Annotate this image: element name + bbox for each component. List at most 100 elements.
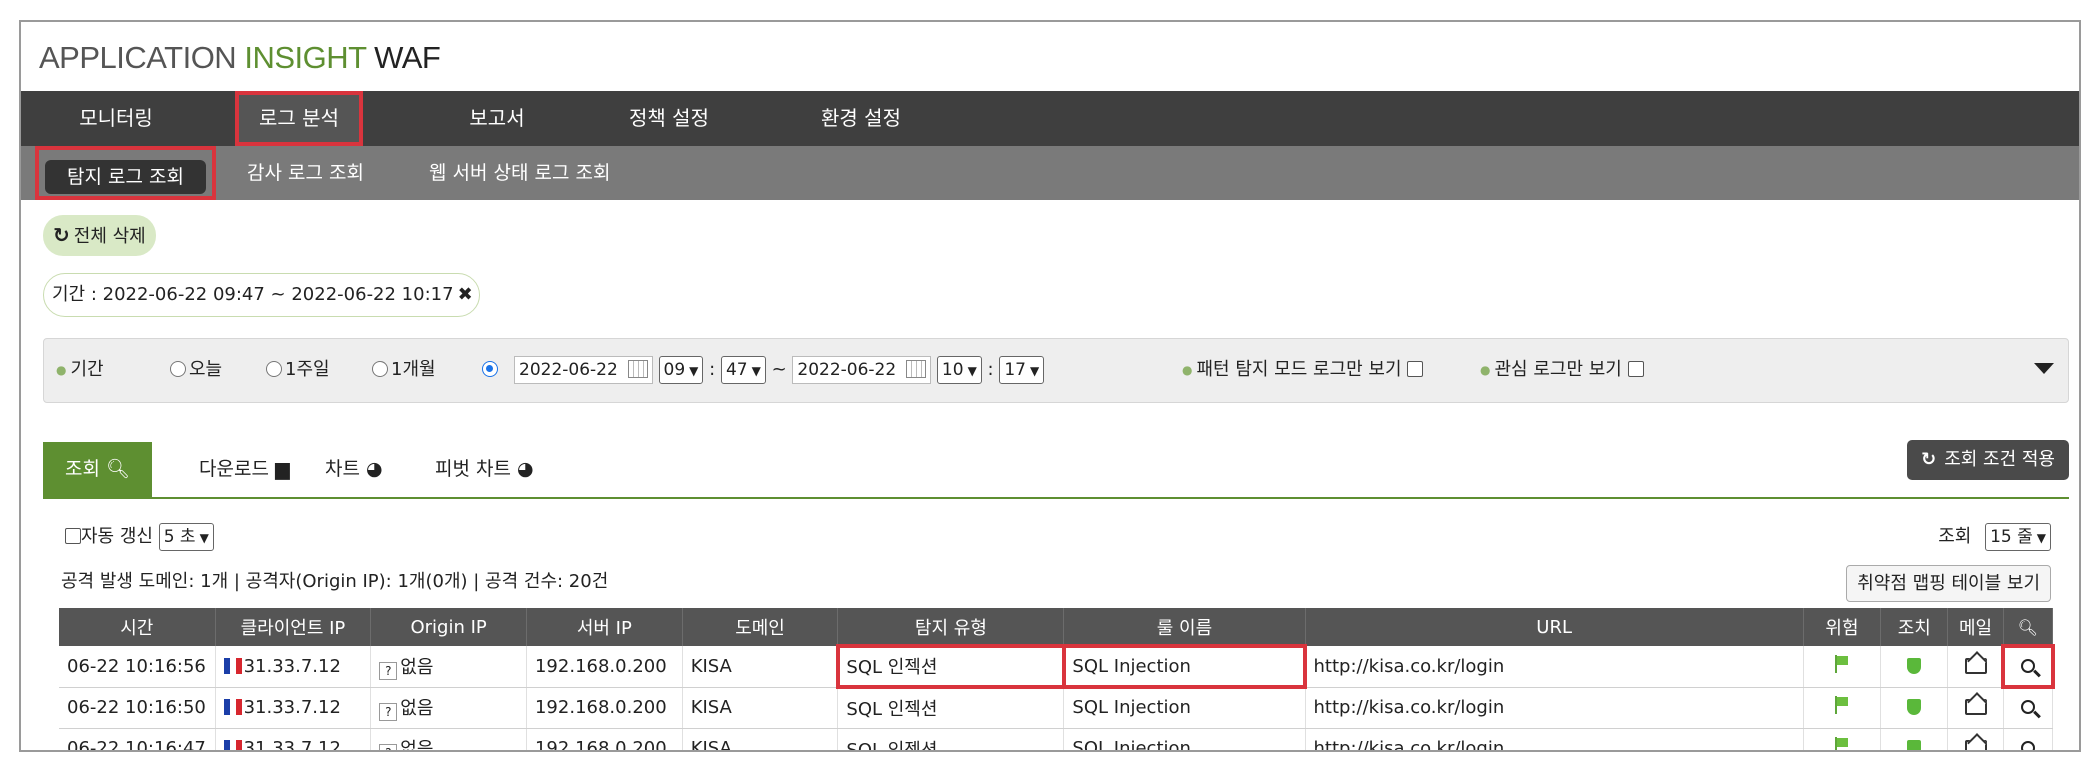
period-chip-label: 기간 : 2022-06-22 09:47 ~ 2022-06-22 10:17	[52, 284, 454, 305]
cell-client-ip: 31.33.7.12	[215, 728, 372, 750]
cell-detail	[2001, 644, 2055, 689]
col-risk[interactable]: 위험	[1803, 608, 1882, 646]
cell-rule-name: SQL Injection	[1061, 644, 1308, 689]
search-icon[interactable]	[2020, 700, 2035, 714]
sub-nav-label: 웹 서버 상태 로그 조회	[429, 162, 611, 184]
tab-search[interactable]: 조회 🔍︎	[43, 442, 153, 497]
radio-1month[interactable]: 1개월	[372, 355, 436, 385]
time-separator: :	[987, 359, 994, 380]
rows-per-page-select[interactable]: 15 줄 ▼	[1985, 523, 2051, 551]
tab-pivot-chart[interactable]: 피벗 차트 ◕	[435, 442, 534, 497]
calendar-icon[interactable]	[627, 360, 648, 378]
close-icon[interactable]: ✖	[458, 284, 473, 305]
expand-filter-icon[interactable]	[2034, 363, 2054, 374]
tab-download[interactable]: 다운로드 ▆	[199, 442, 290, 497]
auto-refresh-select[interactable]: 5 초 ▼	[158, 523, 214, 551]
col-mail[interactable]: 메일	[1947, 608, 2004, 646]
logo-text-application: APPLICATION	[39, 40, 237, 75]
mail-icon[interactable]	[1964, 699, 1987, 715]
main-nav-monitoring[interactable]: 모니터링	[65, 91, 167, 146]
col-url[interactable]: URL	[1305, 608, 1804, 646]
auto-refresh-value: 5 초	[163, 527, 196, 547]
range-separator: ~	[771, 359, 787, 380]
main-nav-label: 로그 분석	[259, 106, 339, 130]
cell-detect-type: SQL 인젝션	[835, 644, 1066, 689]
interest-log-filter: ● 관심 로그만 보기	[1480, 355, 1644, 385]
auto-refresh-control: 자동 갱신 5 초 ▼	[65, 522, 214, 552]
cell-domain: KISA	[682, 646, 839, 688]
tab-search-label: 조회	[65, 458, 100, 480]
tab-chart[interactable]: 차트 ◕	[325, 442, 383, 497]
detection-log-table: 시간 클라이언트 IP Origin IP 서버 IP 도메인 탐지 유형 룰 …	[59, 608, 2055, 752]
cell-server-ip: 192.168.0.200	[526, 646, 683, 688]
sub-nav: 탐지 로그 조회 감사 로그 조회 웹 서버 상태 로그 조회	[21, 146, 2079, 200]
interest-log-checkbox[interactable]	[1627, 361, 1644, 377]
apply-conditions-button[interactable]: ↻ 조회 조건 적용	[1907, 440, 2069, 480]
radio-circle[interactable]	[170, 361, 186, 377]
radio-circle[interactable]	[372, 361, 388, 377]
main-nav-label: 정책 설정	[629, 106, 709, 130]
table-row[interactable]: 06-22 10:16:50 31.33.7.12 ? 없음 192.168.0.…	[59, 687, 2054, 729]
radio-custom[interactable]	[482, 355, 501, 385]
period-label: ● 기간	[56, 359, 104, 380]
origin-ip-value: 없음	[400, 739, 434, 752]
end-hour-select[interactable]: 10 ▼	[936, 356, 982, 384]
rows-per-page-value: 15 줄	[1990, 527, 2033, 547]
cell-url: http://kisa.co.kr/login	[1305, 687, 1804, 729]
start-hour-value: 09	[663, 360, 686, 380]
sub-nav-webserver-status-log[interactable]: 웹 서버 상태 로그 조회	[429, 146, 610, 200]
col-detect-type[interactable]: 탐지 유형	[837, 608, 1065, 646]
detail-search-icon: 🔍︎	[2017, 617, 2038, 637]
search-icon[interactable]	[2020, 741, 2035, 750]
start-date-input[interactable]: 2022-06-22	[514, 356, 653, 384]
end-date-input[interactable]: 2022-06-22	[792, 356, 932, 384]
mail-icon[interactable]	[1964, 657, 1987, 674]
col-time[interactable]: 시간	[59, 608, 216, 646]
col-action[interactable]: 조치	[1880, 608, 1949, 646]
main-nav-label: 환경 설정	[821, 106, 901, 130]
radio-circle[interactable]	[482, 361, 498, 377]
radio-today[interactable]: 오늘	[170, 355, 222, 385]
col-origin-ip[interactable]: Origin IP	[370, 608, 527, 646]
radio-1week[interactable]: 1주일	[266, 355, 330, 385]
col-rule-name[interactable]: 룰 이름	[1063, 608, 1306, 646]
main-nav-env-settings[interactable]: 환경 설정	[803, 91, 919, 146]
start-hour-select[interactable]: 09 ▼	[658, 356, 704, 384]
period-label-text: 기간	[70, 359, 104, 380]
vuln-mapping-button[interactable]: 취약점 맵핑 테이블 보기	[1846, 565, 2051, 602]
auto-refresh-checkbox[interactable]	[65, 528, 81, 544]
col-client-ip[interactable]: 클라이언트 IP	[215, 608, 372, 646]
main-nav-report[interactable]: 보고서	[451, 91, 543, 146]
pattern-mode-checkbox[interactable]	[1407, 361, 1424, 377]
client-ip-value: 31.33.7.12	[243, 697, 341, 718]
clear-all-button[interactable]: ↻ 전체 삭제	[43, 215, 156, 256]
calendar-icon[interactable]	[906, 360, 927, 378]
auto-refresh-label: 자동 갱신	[81, 526, 153, 547]
search-icon: 🔍︎	[106, 458, 131, 480]
sub-nav-audit-log[interactable]: 감사 로그 조회	[247, 146, 364, 200]
table-row[interactable]: 06-22 10:16:47 31.33.7.12 ?없음 192.168.0.…	[59, 728, 2054, 752]
col-server-ip[interactable]: 서버 IP	[526, 608, 683, 646]
sub-nav-label: 탐지 로그 조회	[45, 160, 206, 194]
sub-nav-detection-log[interactable]: 탐지 로그 조회	[35, 146, 216, 200]
mail-icon[interactable]	[1964, 740, 1987, 750]
search-icon[interactable]	[2020, 658, 2035, 673]
main-nav-label: 보고서	[469, 106, 525, 130]
main-nav-log-analysis[interactable]: 로그 분석	[235, 91, 363, 146]
cell-time: 06-22 10:16:47	[59, 728, 216, 750]
pie-chart-icon: ◕	[366, 458, 383, 480]
app-window: APPLICATION INSIGHT WAF 모니터링 로그 분석 보고서 정…	[19, 20, 2081, 752]
tab-chart-label: 차트	[325, 458, 360, 480]
period-filter-chip: 기간 : 2022-06-22 09:47 ~ 2022-06-22 10:17…	[43, 273, 480, 317]
app-logo: APPLICATION INSIGHT WAF	[39, 40, 441, 76]
chevron-down-icon: ▼	[2036, 531, 2046, 545]
table-header-row: 시간 클라이언트 IP Origin IP 서버 IP 도메인 탐지 유형 룰 …	[59, 608, 2054, 646]
time-separator: :	[709, 359, 716, 380]
table-row[interactable]: 06-22 10:16:56 31.33.7.12 ? 없음 192.168.0.…	[59, 644, 2055, 689]
start-minute-select[interactable]: 47 ▼	[720, 356, 766, 384]
main-nav-policy-settings[interactable]: 정책 설정	[611, 91, 727, 146]
radio-circle[interactable]	[266, 361, 282, 377]
col-domain[interactable]: 도메인	[682, 608, 839, 646]
end-minute-select[interactable]: 17 ▼	[999, 356, 1045, 384]
cell-origin-ip: ?없음	[370, 646, 527, 688]
